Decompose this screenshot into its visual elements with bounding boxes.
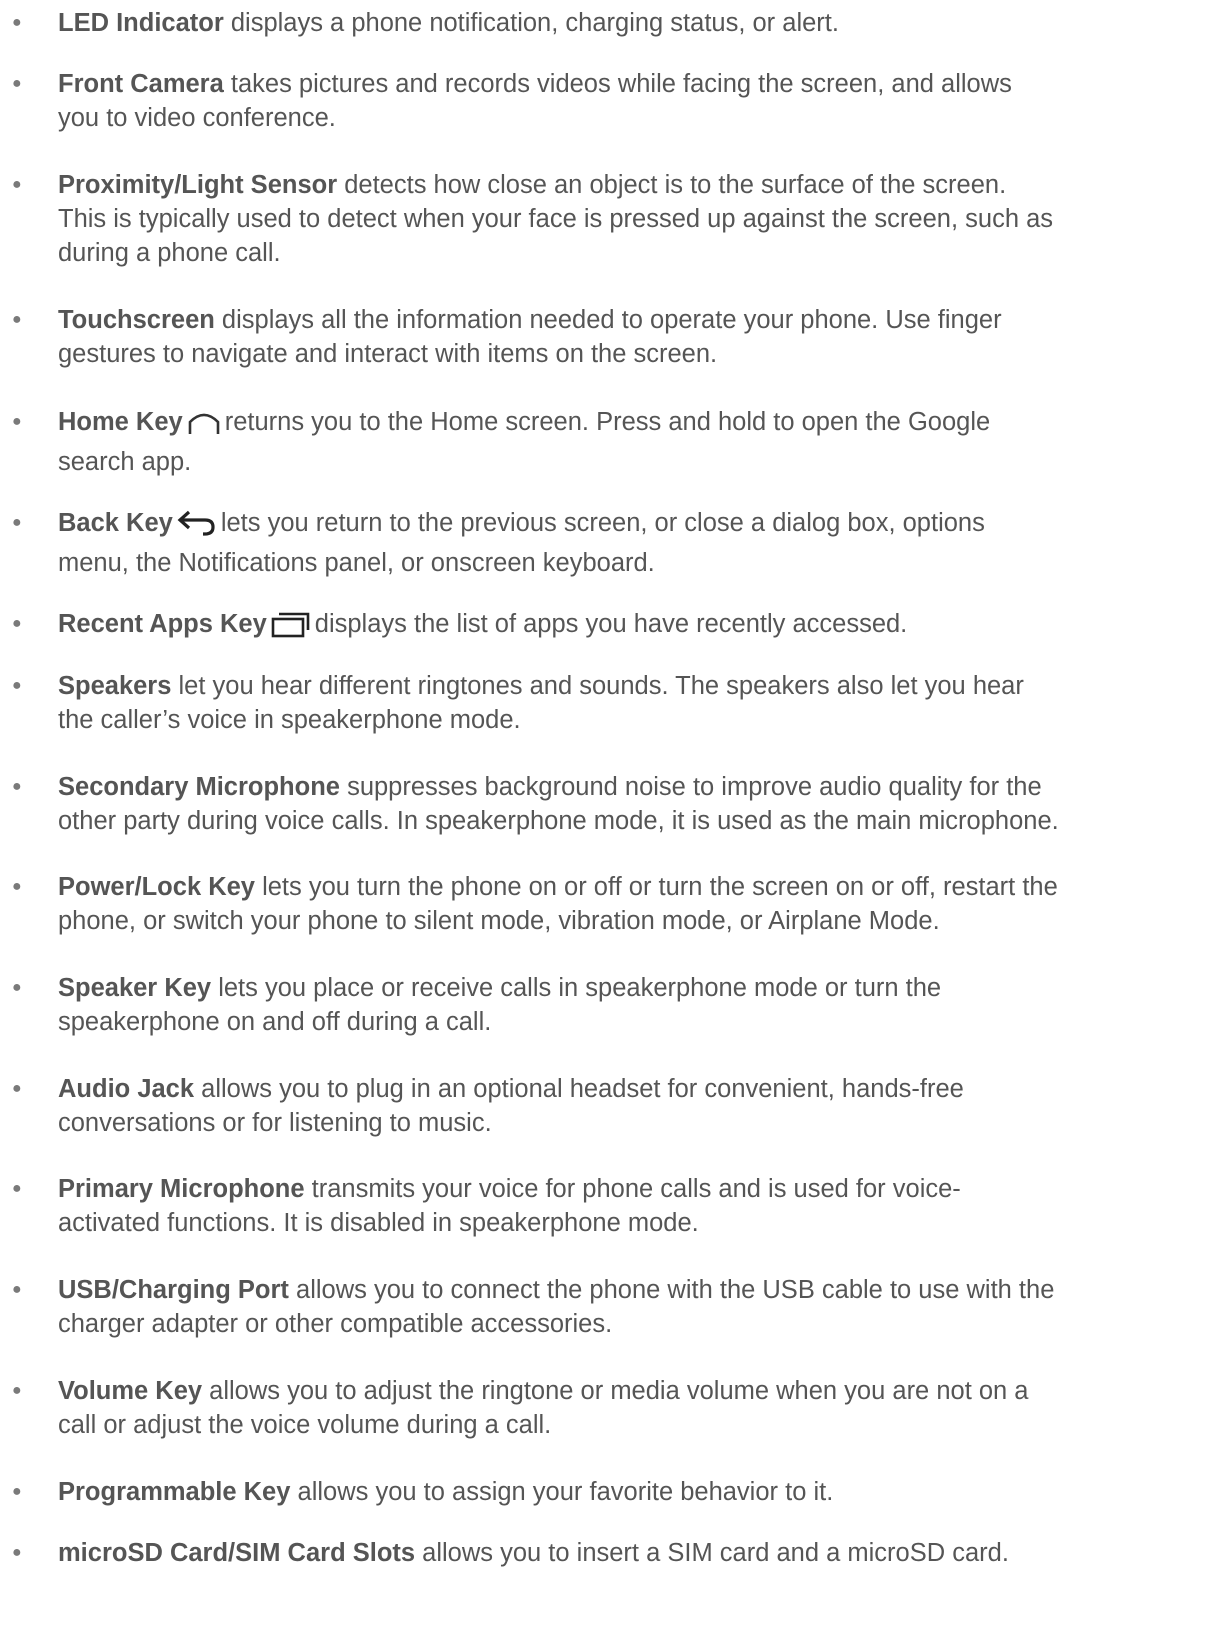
item-desc: This is typically used to detect when yo… (58, 205, 1054, 233)
item-term: LED Indicator (58, 9, 224, 37)
bullet: ● (12, 1281, 22, 1298)
bullet: ● (12, 413, 22, 430)
item-desc: phone, or switch your phone to silent mo… (58, 907, 940, 935)
list-item-text: Recent Apps Key displays the list of apps… (58, 607, 1219, 647)
list-item-text: Audio Jack allows you to plug in an opti… (58, 1072, 1219, 1140)
list-item-text: Secondary Microphone suppresses backgrou… (58, 770, 1219, 838)
item-desc: suppresses background noise to improve a… (339, 773, 1042, 801)
item-term: Home Key (58, 408, 183, 436)
item-desc: call or adjust the voice volume during a… (58, 1411, 552, 1439)
bullet: ● (12, 778, 22, 795)
bullet: ● (12, 615, 22, 632)
list-item-text: microSD Card/SIM Card Slots allows you t… (58, 1536, 1219, 1570)
list-item-text: Speaker Key lets you place or receive ca… (58, 971, 1219, 1039)
bullet: ● (12, 979, 22, 996)
back-key-icon (177, 509, 217, 546)
item-desc: speakerphone on and off during a call. (58, 1008, 492, 1036)
list-item-text: LED Indicator displays a phone notificat… (58, 6, 1219, 40)
item-term: Power/Lock Key (58, 873, 255, 901)
item-desc: conversations or for listening to music. (58, 1109, 492, 1137)
item-desc: charger adapter or other compatible acce… (58, 1310, 613, 1338)
item-desc: displays the list of apps you have recen… (314, 610, 908, 638)
item-term: microSD Card/SIM Card Slots (58, 1539, 416, 1567)
bullet: ● (12, 311, 22, 328)
item-term: Speakers (58, 672, 172, 700)
item-term: Front Camera (58, 70, 224, 98)
item-term: Speaker Key (58, 974, 212, 1002)
list-item-text: Proximity/Light Sensor detects how close… (58, 168, 1219, 270)
item-desc: menu, the Notifications panel, or onscre… (58, 549, 655, 577)
bullet: ● (12, 1483, 22, 1500)
bullet: ● (12, 176, 22, 193)
item-term: Secondary Microphone (58, 773, 340, 801)
item-desc: displays all the information needed to o… (214, 306, 1002, 334)
item-desc: activated functions. It is disabled in s… (58, 1209, 699, 1237)
item-desc: allows you to insert a SIM card and a mi… (415, 1539, 1009, 1567)
bullet: ● (12, 878, 22, 895)
bullet: ● (12, 677, 22, 694)
item-term: Back Key (58, 509, 173, 537)
item-desc: allows you to assign your favorite behav… (290, 1478, 834, 1506)
item-desc: other party during voice calls. In speak… (58, 807, 1059, 835)
item-term: Volume Key (58, 1377, 203, 1405)
bullet: ● (12, 514, 22, 531)
item-desc: lets you return to the previous screen, … (220, 509, 985, 537)
list-item-text: Primary Microphone transmits your voice … (58, 1172, 1219, 1240)
item-desc: search app. (58, 448, 192, 476)
home-key-icon (187, 408, 221, 445)
list-item-text: Volume Key allows you to adjust the ring… (58, 1374, 1219, 1442)
bullet: ● (12, 75, 22, 92)
item-desc: you to video conference. (58, 104, 336, 132)
bullet: ● (12, 1544, 22, 1561)
recent-apps-key-icon (271, 610, 311, 647)
item-desc: allows you to connect the phone with the… (288, 1276, 1055, 1304)
item-desc: gestures to navigate and interact with i… (58, 340, 718, 368)
item-desc: lets you place or receive calls in speak… (211, 974, 942, 1002)
item-desc: let you hear different ringtones and sou… (171, 672, 1024, 700)
list-item-text: Programmable Key allows you to assign yo… (58, 1475, 1219, 1509)
item-term: Recent Apps Key (58, 610, 267, 638)
list-item-text: Touchscreen displays all the information… (58, 303, 1219, 371)
item-term: Touchscreen (58, 306, 215, 334)
bullet: ● (12, 14, 22, 31)
item-term: USB/Charging Port (58, 1276, 289, 1304)
list-item-text: Back Key lets you return to the previous … (58, 506, 1219, 580)
item-term: Programmable Key (58, 1478, 291, 1506)
item-desc: allows you to adjust the ringtone or med… (202, 1377, 1029, 1405)
item-term: Primary Microphone (58, 1175, 305, 1203)
item-desc: allows you to plug in an optional headse… (194, 1075, 964, 1103)
bullet: ● (12, 1080, 22, 1097)
bullet: ● (12, 1382, 22, 1399)
list-item-text: Home Key returns you to the Home screen. … (58, 405, 1219, 479)
list-item-text: USB/Charging Port allows you to connect … (58, 1273, 1219, 1341)
item-desc: detects how close an object is to the su… (337, 171, 1007, 199)
item-desc: the caller’s voice in speakerphone mode. (58, 706, 521, 734)
item-term: Proximity/Light Sensor (58, 171, 338, 199)
item-desc: displays a phone notification, charging … (223, 9, 839, 37)
item-term: Audio Jack (58, 1075, 195, 1103)
list-item-text: Power/Lock Key lets you turn the phone o… (58, 870, 1219, 938)
item-desc: takes pictures and records videos while … (223, 70, 1012, 98)
item-desc: returns you to the Home screen. Press an… (224, 408, 991, 436)
bullet: ● (12, 1180, 22, 1197)
list-item-text: Front Camera takes pictures and records … (58, 67, 1219, 135)
item-desc: lets you turn the phone on or off or tur… (255, 873, 1058, 901)
item-desc: transmits your voice for phone calls and… (304, 1175, 961, 1203)
list-item-text: Speakers let you hear different ringtone… (58, 669, 1219, 737)
item-desc: during a phone call. (58, 239, 281, 267)
